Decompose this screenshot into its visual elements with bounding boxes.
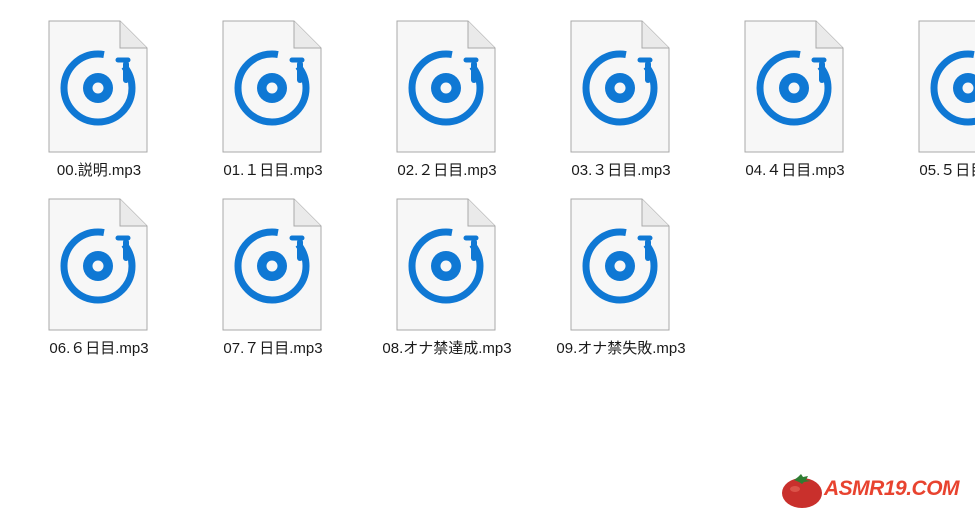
file-name: 07.７日目.mp3 [223, 340, 323, 357]
tomato-logo-icon [782, 474, 822, 508]
file-item-01[interactable]: 01.１日目.mp3 [198, 20, 348, 190]
file-name: 08.オナ禁達成.mp3 [382, 340, 512, 357]
file-item-06[interactable]: 06.６日目.mp3 [24, 198, 174, 368]
music-file-icon [222, 20, 322, 153]
file-name: 06.６日目.mp3 [49, 340, 149, 357]
music-file-icon [918, 20, 975, 153]
file-item-09[interactable]: 09.オナ禁失敗.mp3 [546, 198, 696, 368]
file-name: 01.１日目.mp3 [223, 162, 323, 179]
music-file-icon [396, 198, 496, 331]
music-file-icon [744, 20, 844, 153]
file-item-07[interactable]: 07.７日目.mp3 [198, 198, 348, 368]
file-item-08[interactable]: 08.オナ禁達成.mp3 [372, 198, 522, 368]
file-explorer-view: 00.説明.mp3 01.１日目.mp3 02.２日目.mp3 03.３日目.m… [0, 0, 975, 509]
music-file-icon [48, 198, 148, 331]
file-item-05[interactable]: 05.５日目.mp3 [894, 20, 975, 190]
file-item-03[interactable]: 03.３日目.mp3 [546, 20, 696, 190]
site-watermark: ASMR19.COM [780, 472, 975, 509]
file-name: 09.オナ禁失敗.mp3 [556, 340, 686, 357]
music-file-icon [570, 20, 670, 153]
file-name: 05.５日目.mp3 [919, 162, 975, 179]
file-name: 03.３日目.mp3 [571, 162, 671, 179]
file-name: 00.説明.mp3 [56, 162, 142, 179]
music-file-icon [396, 20, 496, 153]
file-item-00[interactable]: 00.説明.mp3 [24, 20, 174, 190]
music-file-icon [570, 198, 670, 331]
file-item-02[interactable]: 02.２日目.mp3 [372, 20, 522, 190]
music-file-icon [48, 20, 148, 153]
file-name: 02.２日目.mp3 [397, 162, 497, 179]
file-name: 04.４日目.mp3 [745, 162, 845, 179]
music-file-icon [222, 198, 322, 331]
watermark-text: ASMR19.COM [824, 477, 960, 500]
file-item-04[interactable]: 04.４日目.mp3 [720, 20, 870, 190]
